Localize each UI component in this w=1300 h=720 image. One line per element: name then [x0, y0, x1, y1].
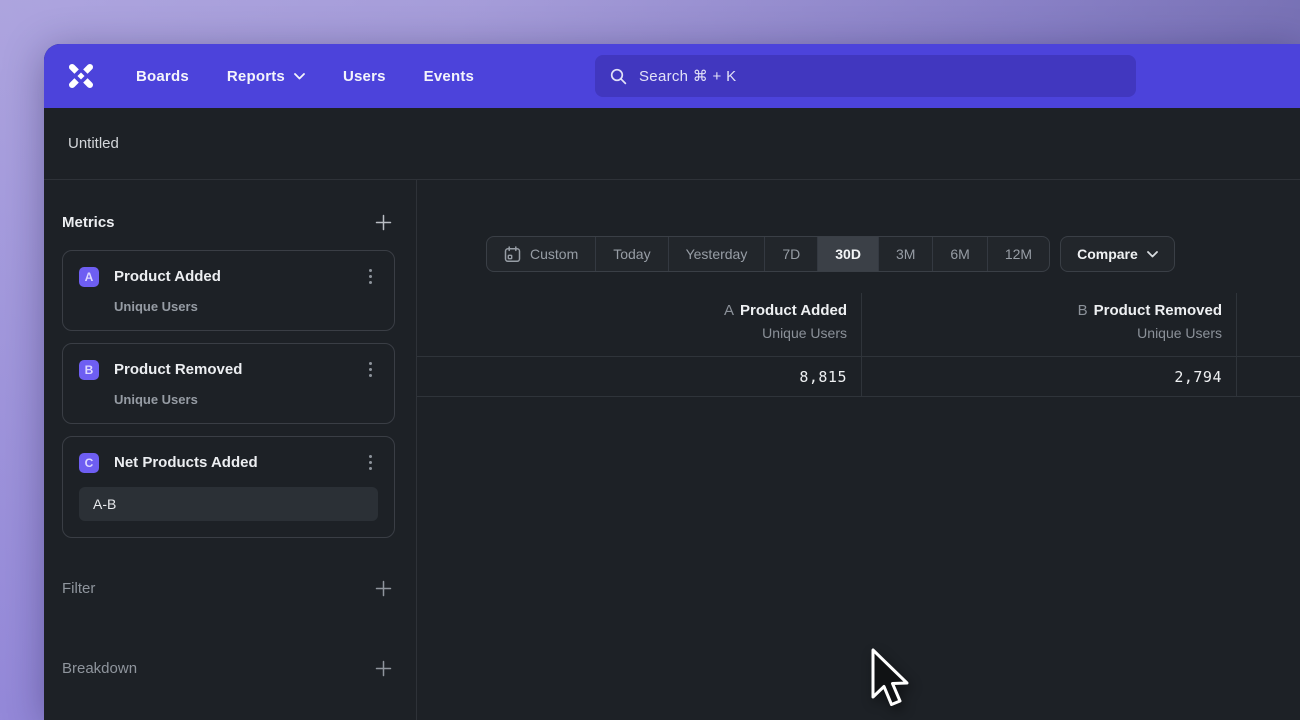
value-cell-partial	[1237, 357, 1300, 397]
metric-measurement[interactable]: Unique Users	[114, 392, 378, 407]
nav-item-boards[interactable]: Boards	[136, 68, 189, 85]
mouse-cursor-icon	[869, 648, 921, 714]
query-builder-sidebar: Metrics A Product Added Unique Users B P…	[44, 180, 417, 720]
column-header-partial	[1237, 293, 1300, 357]
range-today[interactable]: Today	[595, 237, 667, 271]
nav-item-reports[interactable]: Reports	[227, 68, 305, 85]
column-letter: B	[1078, 302, 1088, 319]
nav-item-events[interactable]: Events	[424, 68, 474, 85]
results-table: A Product Added Unique Users B Product Rem…	[417, 293, 1300, 397]
breakdown-heading: Breakdown	[62, 660, 137, 677]
compare-button[interactable]: Compare	[1060, 236, 1175, 272]
plus-icon	[375, 660, 392, 677]
mixpanel-logo-icon[interactable]	[62, 57, 100, 95]
metric-menu-button[interactable]	[363, 265, 378, 288]
value-cell-a[interactable]: 8,815	[417, 357, 862, 397]
nav-users-label: Users	[343, 68, 386, 85]
metric-title[interactable]: Net Products Added	[114, 454, 258, 471]
metric-card-b[interactable]: B Product Removed Unique Users	[62, 343, 395, 424]
document-header: Untitled	[44, 108, 1300, 180]
add-breakdown-button[interactable]	[371, 656, 395, 680]
metric-badge-a: A	[79, 267, 99, 287]
nav-events-label: Events	[424, 68, 474, 85]
column-letter: A	[724, 302, 734, 319]
metric-measurement[interactable]: Unique Users	[114, 299, 378, 314]
column-title: Product Removed	[1094, 302, 1222, 319]
metrics-heading: Metrics	[62, 214, 115, 231]
column-header-a[interactable]: A Product Added Unique Users	[417, 293, 862, 357]
desktop-background: { "nav": { "logo": "mixpanel-logo", "ite…	[0, 0, 1300, 720]
add-metric-button[interactable]	[371, 210, 395, 234]
filter-section-header: Filter	[62, 574, 395, 602]
metric-badge-b: B	[79, 360, 99, 380]
column-subtitle: Unique Users	[417, 325, 847, 341]
content-area: Metrics A Product Added Unique Users B P…	[44, 180, 1300, 720]
search-placeholder: Search ⌘ + K	[639, 67, 736, 85]
value-cell-b[interactable]: 2,794	[862, 357, 1237, 397]
chevron-down-icon	[294, 73, 305, 80]
plus-icon	[375, 580, 392, 597]
metrics-section-header: Metrics	[62, 208, 395, 236]
range-12m[interactable]: 12M	[987, 237, 1049, 271]
search-icon	[610, 68, 627, 85]
nav-menu: Boards Reports Users Events	[136, 68, 474, 85]
metric-card-c[interactable]: C Net Products Added	[62, 436, 395, 538]
date-range-segmented-control: Custom Today Yesterday 7D 30D 3M 6M 12M	[486, 236, 1050, 272]
page-title[interactable]: Untitled	[68, 135, 119, 152]
column-subtitle: Unique Users	[862, 325, 1222, 341]
breakdown-section-header: Breakdown	[62, 654, 395, 682]
range-7d[interactable]: 7D	[764, 237, 817, 271]
filter-heading: Filter	[62, 580, 95, 597]
range-30d-active[interactable]: 30D	[817, 237, 878, 271]
nav-boards-label: Boards	[136, 68, 189, 85]
add-filter-button[interactable]	[371, 576, 395, 600]
search-input[interactable]: Search ⌘ + K	[595, 55, 1136, 97]
range-6m[interactable]: 6M	[932, 237, 986, 271]
chevron-down-icon	[1147, 251, 1158, 258]
column-title: Product Added	[740, 302, 847, 319]
formula-input[interactable]	[79, 487, 378, 521]
date-range-toolbar: Custom Today Yesterday 7D 30D 3M 6M 12M …	[486, 236, 1175, 272]
nav-item-users[interactable]: Users	[343, 68, 386, 85]
app-window: Boards Reports Users Events Search ⌘ + K…	[44, 44, 1300, 720]
compare-label: Compare	[1077, 246, 1138, 262]
metric-menu-button[interactable]	[363, 451, 378, 474]
top-navigation: Boards Reports Users Events Search ⌘ + K	[44, 44, 1300, 108]
metric-card-a[interactable]: A Product Added Unique Users	[62, 250, 395, 331]
range-custom[interactable]: Custom	[487, 237, 595, 271]
range-custom-label: Custom	[530, 246, 578, 262]
plus-icon	[375, 214, 392, 231]
metric-title[interactable]: Product Added	[114, 268, 221, 285]
range-3m[interactable]: 3M	[878, 237, 932, 271]
results-panel: Custom Today Yesterday 7D 30D 3M 6M 12M …	[417, 180, 1300, 720]
metric-menu-button[interactable]	[363, 358, 378, 381]
metric-badge-c: C	[79, 453, 99, 473]
nav-reports-label: Reports	[227, 68, 285, 85]
column-header-b[interactable]: B Product Removed Unique Users	[862, 293, 1237, 357]
range-yesterday[interactable]: Yesterday	[668, 237, 765, 271]
metric-title[interactable]: Product Removed	[114, 361, 242, 378]
calendar-icon	[504, 246, 521, 263]
